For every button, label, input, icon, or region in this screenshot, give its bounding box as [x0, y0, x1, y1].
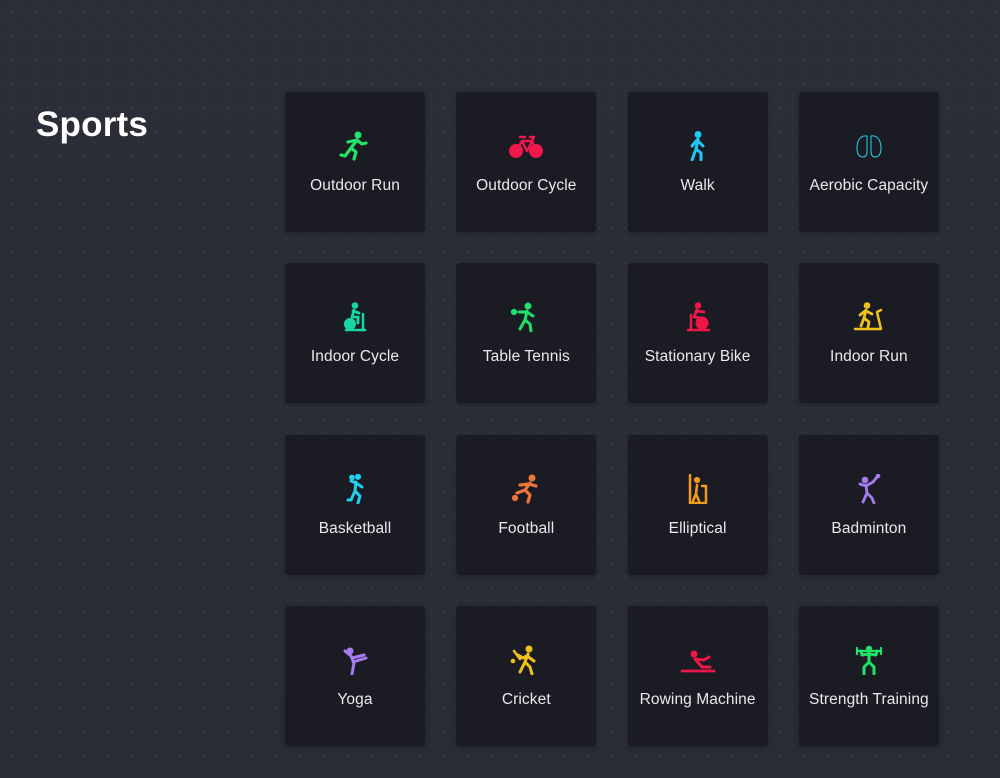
sport-label: Badminton	[831, 519, 907, 537]
sport-card-outdoor-run[interactable]: Outdoor Run	[285, 92, 425, 232]
page-title: Sports	[36, 105, 149, 144]
sport-card-basketball[interactable]: Basketball	[285, 434, 425, 575]
sport-card-outdoor-cycle[interactable]: Outdoor Cycle	[456, 92, 597, 232]
sport-label: Rowing Machine	[639, 690, 756, 708]
table-tennis-player-icon	[508, 302, 544, 333]
sport-card-stationary-bike[interactable]: Stationary Bike	[627, 263, 768, 404]
treadmill-icon	[851, 302, 887, 332]
yoga-pose-icon	[337, 645, 373, 675]
sport-label: Indoor Run	[830, 348, 908, 366]
sport-card-aerobic-capacity[interactable]: Aerobic Capacity	[798, 92, 939, 232]
sport-card-yoga[interactable]: Yoga	[285, 605, 425, 746]
sport-label: Table Tennis	[482, 348, 570, 366]
weightlifting-icon	[851, 645, 887, 675]
sport-card-rowing-machine[interactable]: Rowing Machine	[627, 605, 768, 746]
sport-card-badminton[interactable]: Badminton	[798, 434, 939, 575]
badminton-player-icon	[851, 473, 887, 504]
stationary-bike-icon	[680, 302, 716, 332]
sport-label: Basketball	[318, 519, 392, 537]
sport-label: Stationary Bike	[644, 348, 751, 366]
sport-label: Cricket	[501, 690, 551, 708]
sport-label: Indoor Cycle	[310, 348, 400, 366]
walking-person-icon	[680, 131, 716, 161]
rowing-machine-icon	[680, 645, 716, 675]
bicycle-icon	[508, 131, 544, 161]
cricket-player-icon	[508, 645, 544, 675]
sport-label: Walk	[680, 177, 715, 194]
sport-label: Elliptical	[668, 519, 727, 537]
sport-label: Football	[498, 519, 555, 537]
lungs-icon	[851, 131, 887, 161]
sport-card-indoor-run[interactable]: Indoor Run	[798, 263, 939, 404]
basketball-player-icon	[337, 473, 373, 504]
elliptical-machine-icon	[680, 473, 716, 504]
sport-card-table-tennis[interactable]: Table Tennis	[456, 263, 597, 404]
sport-card-strength-training[interactable]: Strength Training	[798, 605, 939, 746]
sport-label: Strength Training	[809, 690, 929, 708]
sport-card-elliptical[interactable]: Elliptical	[627, 434, 768, 575]
indoor-cycle-icon	[337, 302, 373, 332]
sport-label: Aerobic Capacity	[809, 177, 929, 194]
football-player-icon	[508, 474, 544, 504]
sport-label: Yoga	[337, 690, 373, 708]
sport-card-walk[interactable]: Walk	[627, 92, 768, 232]
sport-card-indoor-cycle[interactable]: Indoor Cycle	[285, 263, 425, 404]
sport-label: Outdoor Run	[310, 177, 400, 194]
sports-grid: Outdoor Run Outdoor Cycle Walk Aerobic Capa…	[285, 92, 939, 746]
sport-card-football[interactable]: Football	[456, 434, 597, 575]
running-person-icon	[337, 131, 373, 161]
sport-label: Outdoor Cycle	[476, 177, 577, 194]
sport-card-cricket[interactable]: Cricket	[456, 605, 597, 746]
